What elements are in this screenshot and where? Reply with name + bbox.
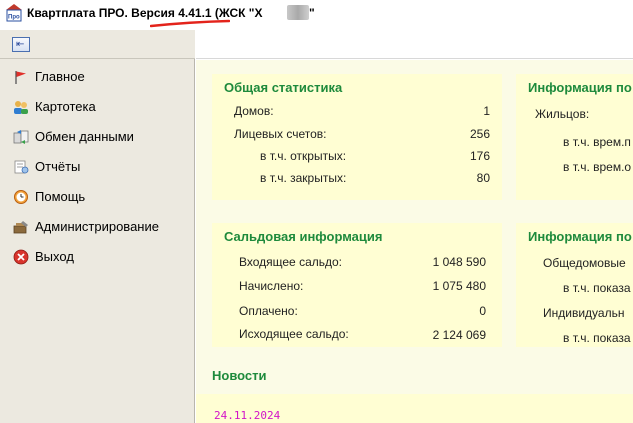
temp-registered-label: в т.ч. врем.п	[563, 135, 631, 149]
redacted-name	[287, 5, 309, 20]
collapse-panel-icon: ⇤	[16, 39, 25, 50]
dashboard-content: Общая статистика Домов: 1 Лицевых счетов…	[196, 60, 633, 423]
individual-meters-label: Индивидуальн	[543, 306, 625, 320]
window-title-tail: "	[309, 6, 315, 20]
open-accounts-value: 176	[469, 149, 490, 163]
common-meters-label: Общедомовые	[543, 256, 626, 270]
paid-value: 0	[479, 304, 486, 318]
accounts-label: Лицевых счетов:	[234, 127, 327, 141]
houses-label: Домов:	[234, 104, 274, 118]
sidebar-item-label: Помощь	[35, 189, 86, 204]
panel-title: Общая статистика	[224, 80, 343, 95]
exit-icon	[13, 249, 29, 265]
sidebar-item-administration[interactable]: Администрирование	[0, 214, 194, 242]
sidebar-item-reports[interactable]: Отчёты	[0, 154, 194, 182]
panel-title: Информация по	[528, 229, 632, 244]
general-stats-panel: Общая статистика Домов: 1 Лицевых счетов…	[212, 74, 502, 200]
panel-title: Сальдовая информация	[224, 229, 383, 244]
closed-accounts-label: в т.ч. закрытых:	[260, 171, 347, 185]
sidebar-item-help[interactable]: Помощь	[0, 184, 194, 212]
red-underline-annotation	[150, 19, 230, 28]
sidebar-item-cards[interactable]: Картотека	[0, 94, 194, 122]
closing-balance-label: Исходящее сальдо:	[239, 327, 349, 341]
individual-readings-label: в т.ч. показа	[563, 331, 631, 345]
window-titlebar: Про Квартплата ПРО. Версия 4.41.1 (ЖСК "…	[0, 0, 633, 30]
window-title: Квартплата ПРО. Версия 4.41.1 (ЖСК "Х	[27, 6, 263, 20]
exchange-icon	[13, 130, 29, 144]
temp-absent-label: в т.ч. врем.о	[563, 160, 632, 174]
admin-tools-icon	[13, 221, 28, 234]
sidebar-item-main[interactable]: Главное	[0, 64, 194, 92]
residents-label: Жильцов:	[535, 107, 590, 121]
sidebar-item-label: Картотека	[35, 99, 96, 114]
closing-balance-value: 2 124 069	[432, 328, 486, 342]
common-readings-label: в т.ч. показа	[563, 281, 631, 295]
help-clock-icon	[14, 190, 28, 204]
reports-icon	[14, 160, 29, 174]
panel-title: Информация по	[528, 80, 632, 95]
houses-value: 1	[483, 104, 490, 118]
balance-info-panel: Сальдовая информация Входящее сальдо: 1 …	[212, 223, 502, 347]
sidebar-item-label: Главное	[35, 69, 85, 84]
pro-logo-icon: Про	[6, 4, 22, 22]
news-date: 24.11.2024	[214, 409, 281, 422]
sidebar-item-exit[interactable]: Выход	[0, 244, 194, 272]
open-accounts-label: в т.ч. открытых:	[260, 149, 347, 163]
charged-value: 1 075 480	[432, 279, 486, 293]
collapse-panel-button[interactable]: ⇤	[12, 37, 30, 52]
closed-accounts-value: 80	[476, 171, 490, 185]
paid-label: Оплачено:	[239, 304, 298, 318]
sidebar-item-label: Выход	[35, 249, 74, 264]
flag-icon	[15, 71, 26, 84]
news-title: Новости	[212, 368, 267, 383]
sidebar-item-data-exchange[interactable]: Обмен данными	[0, 124, 194, 152]
sidebar-toolbar: ⇤	[0, 30, 195, 59]
svg-text:Про: Про	[8, 15, 20, 21]
content-toolbar	[196, 30, 633, 59]
sidebar-item-label: Отчёты	[35, 159, 81, 174]
charged-label: Начислено:	[239, 279, 304, 293]
opening-balance-label: Входящее сальдо:	[239, 255, 343, 269]
residents-info-panel: Информация по Жильцов: в т.ч. врем.п в т…	[516, 74, 633, 200]
opening-balance-value: 1 048 590	[432, 255, 486, 269]
accounts-value: 256	[469, 127, 490, 141]
news-panel: 24.11.2024	[196, 394, 633, 423]
meters-info-panel: Информация по Общедомовые в т.ч. показа …	[516, 223, 633, 347]
sidebar-item-label: Администрирование	[35, 219, 159, 234]
sidebar-item-label: Обмен данными	[35, 129, 134, 144]
people-icon	[14, 101, 28, 114]
